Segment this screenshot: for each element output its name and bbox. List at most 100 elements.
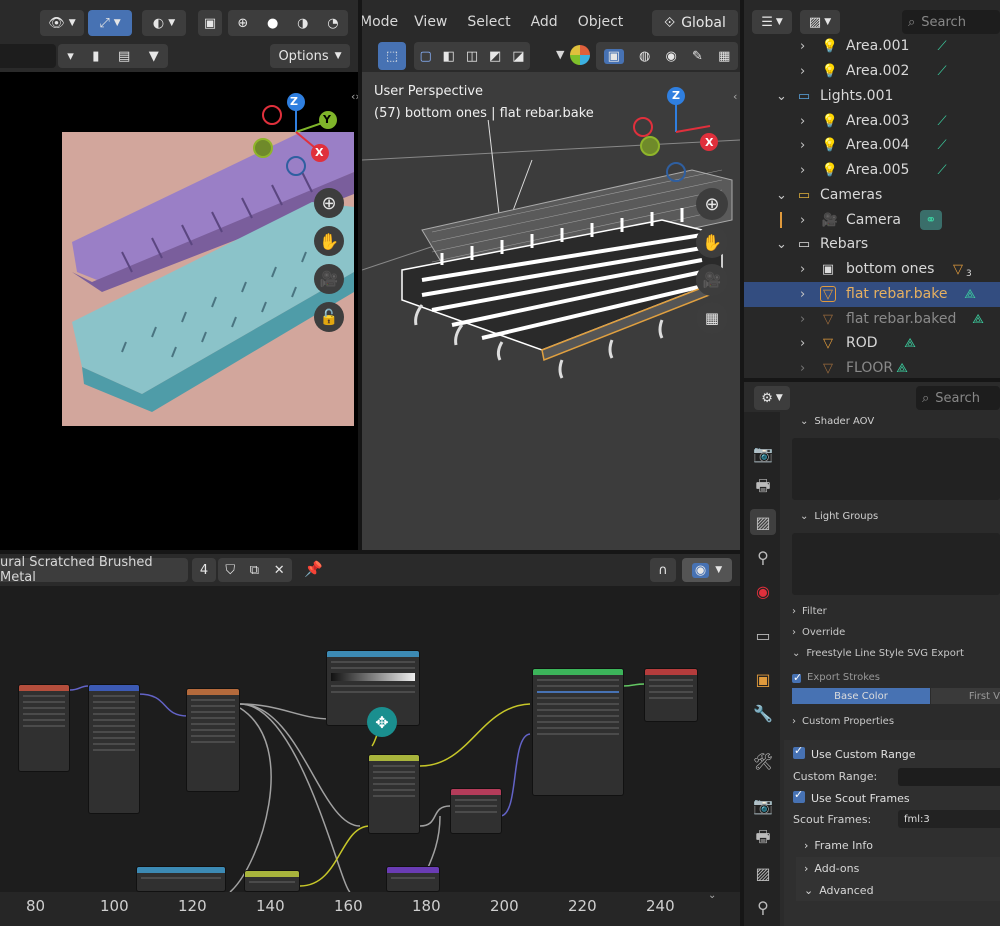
view-layout-icon[interactable]: ▤ — [118, 49, 130, 64]
use-scout-frames-checkbox[interactable]: Use Scout Frames — [793, 788, 910, 805]
output-properties-icon-2[interactable]: 🖶 — [750, 826, 776, 852]
move-node-cursor-icon[interactable]: ✥ — [367, 707, 397, 737]
outliner-editor-type[interactable]: ☰ ▼ — [752, 10, 792, 34]
select-subtract-icon[interactable]: ◫ — [466, 49, 478, 64]
collection-properties-icon[interactable]: ▭ — [750, 622, 776, 648]
noise-texture-node[interactable] — [186, 688, 240, 792]
outliner-row-area003[interactable]: › 💡 Area.003 ⟋ — [744, 109, 1000, 134]
chevron-right-icon[interactable]: › — [800, 262, 805, 277]
scene-icon[interactable]: ⚲ — [750, 544, 776, 570]
area-divider[interactable] — [740, 0, 744, 926]
menu-add[interactable]: Add — [531, 14, 558, 30]
image-name-field[interactable] — [0, 44, 56, 68]
outliner-row-rebars[interactable]: ⌄ ▭ Rebars — [744, 232, 1000, 257]
chevron-right-icon[interactable]: › — [800, 287, 805, 302]
xray-button[interactable]: ▣ — [198, 10, 222, 36]
output-properties-icon[interactable]: 🖶 — [750, 475, 776, 501]
freestyle-panel-header[interactable]: ⌄ Freestyle Line Style SVG Export — [786, 643, 1000, 664]
visibility-sphere-icon[interactable] — [570, 45, 590, 65]
light-data-icon[interactable]: ⟋ — [934, 38, 950, 54]
bump-node[interactable] — [450, 788, 502, 834]
scene-icon-2[interactable]: ⚲ — [750, 894, 776, 920]
outliner-row-area001[interactable]: › 💡 Area.001 ⟋ — [744, 34, 1000, 59]
mix-node[interactable] — [368, 754, 420, 834]
material-user-count[interactable]: 4 — [192, 558, 216, 582]
outliner-row-area002[interactable]: › 💡 Area.002 ⟋ — [744, 59, 1000, 84]
light-groups-header[interactable]: ⌄ Light Groups — [786, 511, 1000, 522]
viewport-camera-icon[interactable]: 🎥 — [696, 264, 728, 296]
material-shading-icon[interactable]: ◑ — [297, 16, 308, 31]
mesh-data-icon[interactable]: ⟁ — [894, 360, 910, 376]
outliner-row-rod[interactable]: › ▽ ROD ⟁ — [744, 331, 1000, 356]
chevron-right-icon[interactable]: › — [800, 336, 805, 351]
chevron-right-icon[interactable]: › — [800, 138, 805, 153]
chevron-right-icon[interactable]: › — [800, 64, 805, 79]
lock-icon[interactable]: 🔓 — [314, 302, 344, 332]
outliner-search[interactable]: ⌕ Search — [902, 10, 1000, 34]
modifier-properties-icon[interactable]: 🔧 — [750, 700, 776, 726]
area-divider[interactable] — [744, 378, 1000, 382]
shader-icon[interactable]: ◍ — [639, 49, 650, 64]
shading-modes[interactable]: ⊕ ● ◑ ◔ — [228, 10, 348, 36]
light-data-icon[interactable]: ⟋ — [934, 113, 950, 129]
shader-aov-header[interactable]: ⌄ Shader AOV — [786, 416, 1000, 427]
menu-mode[interactable]: Mode — [360, 14, 398, 30]
scout-frames-input[interactable]: fml:3 — [898, 810, 1000, 828]
first-v-toggle[interactable]: First V — [931, 688, 1000, 704]
select-new-icon[interactable]: ▢ — [419, 49, 431, 64]
fake-user-button[interactable]: ⛉ ⧉ ✕ — [218, 558, 292, 582]
use-custom-range-checkbox[interactable]: Use Custom Range — [793, 744, 916, 761]
mesh-data-icon[interactable]: ⟁ — [962, 286, 978, 302]
material-name-field[interactable]: ural Scratched Brushed Metal — [0, 555, 188, 585]
snap-toggle[interactable]: ∩ — [650, 558, 676, 582]
outliner-row-lights001[interactable]: ⌄ ▭ Lights.001 — [744, 84, 1000, 109]
outliner-row-floor[interactable]: › ▽ FLOOR ⟁ — [744, 356, 1000, 381]
chevron-right-icon[interactable]: › — [800, 114, 805, 129]
render-properties-icon-2[interactable]: 📷 — [750, 792, 776, 818]
duplicate-icon[interactable]: ⧉ — [250, 563, 259, 578]
image-header-tools[interactable]: ▾ ▮ ▤ ▼ — [58, 44, 168, 68]
render-properties-icon[interactable]: 📷 — [750, 440, 776, 466]
mesh-data-icon[interactable]: ⟁ — [902, 335, 918, 351]
material-output-node[interactable] — [644, 668, 698, 722]
region-toggle-arrow-right[interactable]: ‹ — [733, 90, 737, 103]
frame-info-header[interactable]: › Frame Info — [804, 839, 873, 852]
camera-view-icon[interactable]: 🎥 — [314, 264, 344, 294]
area-divider[interactable] — [358, 0, 362, 552]
navigation-gizmo-left[interactable] — [250, 88, 346, 184]
shield-icon[interactable]: ⛉ — [225, 563, 235, 578]
transform-tool-button[interactable]: ⤢ ▼ — [88, 10, 132, 36]
camera-data-icon[interactable]: ⚭ — [920, 210, 942, 231]
viewport-ortho-grid-icon[interactable]: ▦ — [696, 302, 728, 334]
object-properties-icon[interactable]: ▣ — [750, 666, 776, 692]
light-data-icon[interactable]: ⟋ — [934, 63, 950, 79]
chevron-right-icon[interactable]: › — [800, 361, 805, 376]
menu-object[interactable]: Object — [578, 14, 624, 30]
overlay-button[interactable]: ◐ ▼ — [142, 10, 186, 36]
close-icon[interactable]: ✕ — [274, 563, 285, 578]
brush-icon[interactable]: ✎ — [692, 49, 703, 64]
overlay-toggle[interactable]: ◉ ▼ — [682, 558, 732, 582]
view-layer-icon[interactable]: ▨ — [750, 509, 776, 535]
chevron-right-icon[interactable]: › — [800, 213, 805, 228]
menu-view[interactable]: View — [414, 14, 447, 30]
menu-select[interactable]: Select — [467, 14, 510, 30]
world-icon[interactable]: ◉ — [750, 578, 776, 604]
chevron-down-icon[interactable]: ▼ — [556, 48, 564, 61]
navigation-gizmo-right[interactable] — [630, 82, 730, 182]
chevron-right-icon[interactable]: › — [800, 39, 805, 54]
outliner-row-camera[interactable]: › 🎥 Camera ⚭ — [744, 208, 1000, 233]
outliner-row-flat-rebar-bake[interactable]: › ▽ flat rebar.bake ⟁ — [744, 282, 1000, 307]
view-toggle-button[interactable]: 👁 ▼ — [40, 10, 84, 36]
chevron-right-icon[interactable]: › — [800, 163, 805, 178]
select-extend-icon[interactable]: ◧ — [443, 49, 455, 64]
chevron-down-icon[interactable]: ⌄ — [776, 89, 787, 104]
light-data-icon[interactable]: ⟋ — [934, 162, 950, 178]
tool-properties-icon[interactable]: 🛠 — [750, 748, 776, 774]
selection-modes[interactable]: ▢ ◧ ◫ ◩ ◪ — [414, 42, 530, 70]
viewport-shading-tools[interactable]: ▣ ◍ ◉ ✎ ▦ — [596, 42, 738, 70]
zoom-icon[interactable]: ⊕ — [314, 188, 344, 218]
solid-shading-icon[interactable]: ● — [267, 16, 278, 31]
value-node[interactable] — [136, 866, 226, 892]
orientation-dropdown[interactable]: ⟐ Global — [652, 10, 738, 36]
